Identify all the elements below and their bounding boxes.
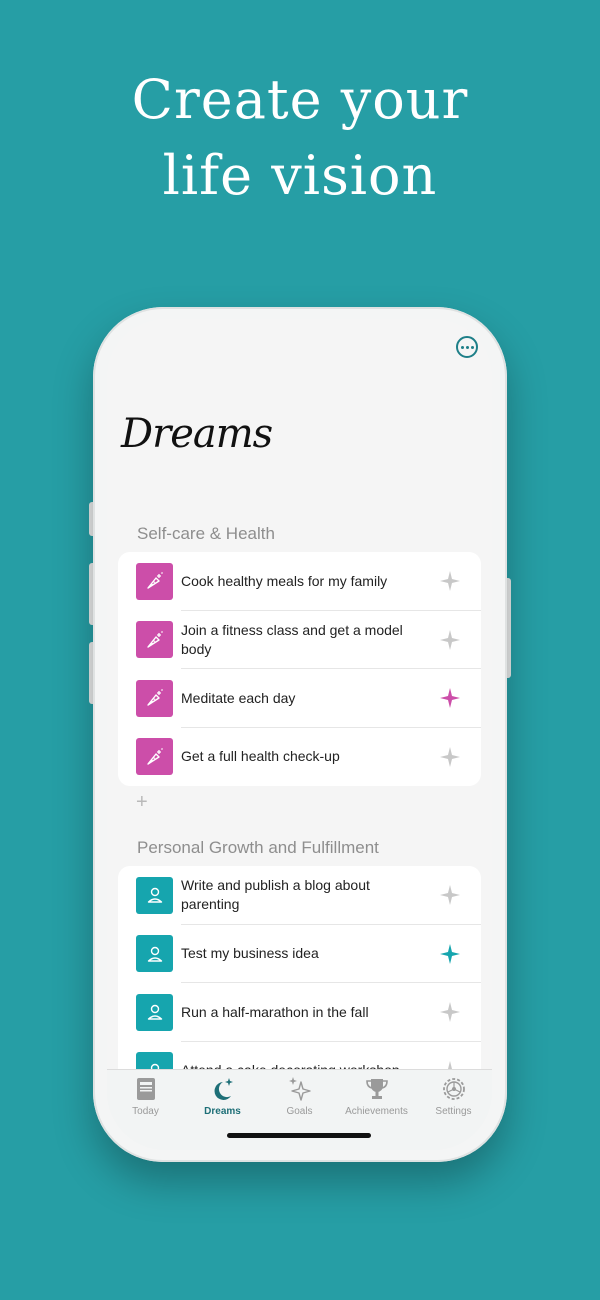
dream-label: Test my business idea [181,945,319,962]
tab-dreams[interactable]: Dreams [184,1076,261,1117]
dot-icon [460,345,464,349]
dream-row[interactable]: Test my business idea [118,925,481,983]
tab-label: Goals [286,1106,313,1117]
calendar-icon [136,1078,155,1100]
tab-label: Achievements [345,1106,408,1117]
carrot-icon [136,621,173,659]
sparkle-icon[interactable] [439,884,461,906]
sparkle-icon-active[interactable] [439,687,461,709]
moon-icon [214,1078,233,1100]
dream-row[interactable]: Write and publish a blog about parenting [118,866,481,925]
sparkles-icon [288,1077,311,1101]
dream-row[interactable]: Cook healthy meals for my family [118,552,481,611]
section-card-self-care: Cook healthy meals for my family Join a … [118,552,481,786]
person-icon [136,993,173,1031]
dream-label: Join a fitness class and get a model bod… [181,621,403,657]
dream-row[interactable]: Get a full health check-up [118,728,481,787]
carrot-icon [136,679,173,717]
add-dream-button[interactable]: + [136,791,148,814]
dot-icon [465,345,469,349]
trophy-icon [365,1079,388,1099]
dream-row[interactable]: Join a fitness class and get a model bod… [118,611,481,669]
sparkle-icon[interactable] [439,1001,461,1023]
dream-label: Cook healthy meals for my family [181,572,388,589]
home-indicator[interactable] [227,1133,371,1138]
sparkle-icon[interactable] [439,629,461,651]
section-heading-self-care: Self-care & Health [137,524,275,543]
person-icon [136,935,173,973]
section-heading-personal-growth: Personal Growth and Fulfillment [137,838,379,857]
gear-icon [442,1078,465,1100]
dream-row[interactable]: Run a half-marathon in the fall [118,983,481,1042]
tab-label: Dreams [204,1106,241,1117]
dream-label: Meditate each day [181,689,296,706]
headline-line-1: Create your [131,68,469,131]
tab-label: Settings [435,1106,472,1117]
tab-achievements[interactable]: Achievements [338,1076,415,1117]
dot-icon [470,345,474,349]
headline-line-2: life vision [162,144,438,207]
tab-settings[interactable]: Settings [415,1076,492,1117]
tab-goals[interactable]: Goals [261,1076,338,1117]
sparkle-icon-active[interactable] [439,943,461,965]
tab-today[interactable]: Today [107,1076,184,1117]
dream-label: Write and publish a blog about parenting [181,877,370,913]
page-title: Dreams [121,411,273,457]
tab-label: Today [132,1106,159,1117]
sparkle-icon[interactable] [439,746,461,768]
carrot-icon [136,562,173,600]
app-screen: Dreams Self-care & Health Cook healthy m… [107,319,492,1150]
person-icon [136,876,173,914]
dream-row[interactable]: Meditate each day [118,669,481,728]
carrot-icon [136,738,173,776]
dream-label: Get a full health check-up [181,748,340,765]
more-options-button[interactable] [456,336,478,358]
sparkle-icon[interactable] [439,570,461,592]
headline: Create your life vision [0,62,600,214]
dream-label: Run a half-marathon in the fall [181,1003,369,1020]
